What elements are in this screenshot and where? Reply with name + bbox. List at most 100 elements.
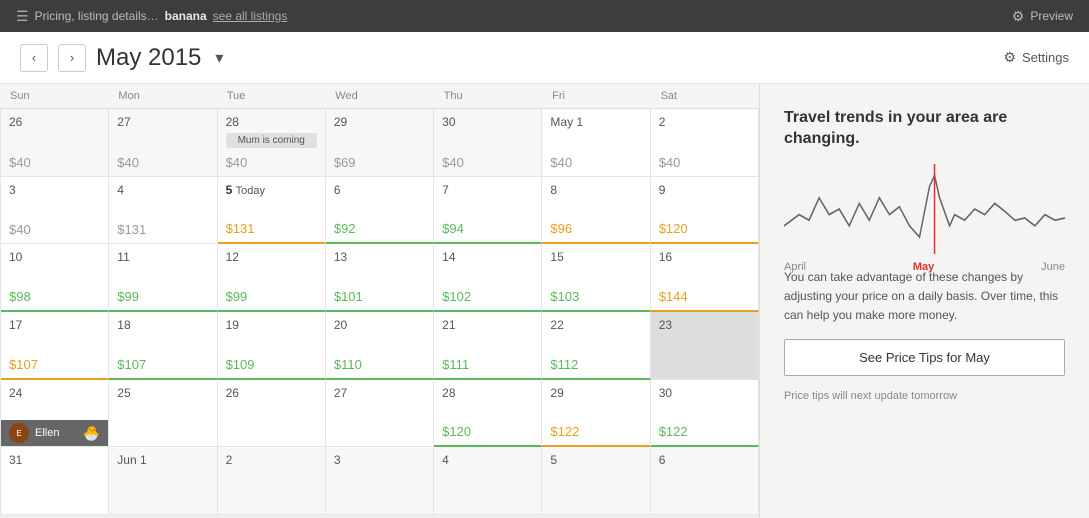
cell-date: 11: [117, 250, 208, 264]
settings-label: Settings: [1022, 50, 1069, 65]
cell-date: 24: [9, 386, 100, 400]
calendar-cell[interactable]: 30 $40: [434, 109, 542, 177]
cell-date: 28: [226, 115, 317, 129]
cell-date: 10: [9, 250, 100, 264]
calendar-cell[interactable]: 7$94: [434, 177, 542, 245]
cell-price: $98: [9, 289, 100, 304]
see-all-listings-link[interactable]: see all listings: [213, 9, 288, 23]
prev-month-button[interactable]: ‹: [20, 44, 48, 72]
cell-date: 15: [550, 250, 641, 264]
calendar-cell[interactable]: 28$120: [434, 380, 542, 448]
cell-date: 29: [550, 386, 641, 400]
calendar-cell[interactable]: 3: [326, 447, 434, 515]
cell-price: $99: [226, 289, 317, 304]
calendar-cell[interactable]: 11$99: [109, 244, 217, 312]
day-mon: Mon: [108, 84, 216, 108]
cell-date: 30: [442, 115, 533, 129]
cell-date: 22: [550, 318, 641, 332]
calendar-cell[interactable]: 23: [651, 312, 759, 380]
calendar-cell[interactable]: 28Mum is coming$40: [218, 109, 326, 177]
calendar-cell[interactable]: 6: [651, 447, 759, 515]
calendar-cell[interactable]: 10 $98: [1, 244, 109, 312]
preview-button[interactable]: ⚙ Preview: [1012, 8, 1073, 25]
month-navigation: ‹ › May 2015 ▾: [20, 44, 223, 72]
day-sat: Sat: [651, 84, 759, 108]
trend-chart: April May June: [784, 164, 1065, 254]
calendar-cell[interactable]: 29$122: [542, 380, 650, 448]
cell-price: $40: [9, 155, 100, 170]
calendar-cell[interactable]: 29$69: [326, 109, 434, 177]
cell-price: $144: [659, 289, 750, 304]
menu-icon[interactable]: ☰: [16, 8, 29, 25]
calendar-cell[interactable]: 6$92: [326, 177, 434, 245]
calendar-cell[interactable]: 9$120: [651, 177, 759, 245]
calendar-cell[interactable]: 14 $102: [434, 244, 542, 312]
cell-price: $107: [117, 357, 208, 372]
calendar-cell[interactable]: 30$122: [651, 380, 759, 448]
update-note: Price tips will next update tomorrow: [784, 390, 1065, 402]
settings-icon: ⚙: [1003, 49, 1016, 66]
calendar-cell[interactable]: 24EEllen🐣: [1, 380, 109, 448]
cell-date: 12: [226, 250, 317, 264]
cell-date: 17: [9, 318, 100, 332]
day-thu: Thu: [434, 84, 542, 108]
cell-date: 23: [659, 318, 750, 332]
calendar-cell[interactable]: 25: [109, 380, 217, 448]
next-month-button[interactable]: ›: [58, 44, 86, 72]
calendar-header: ‹ › May 2015 ▾ ⚙ Settings: [0, 32, 1089, 84]
calendar-cell[interactable]: May 1$40: [542, 109, 650, 177]
top-nav: ☰ Pricing, listing details… banana see a…: [0, 0, 1089, 32]
cell-date: 3: [9, 183, 100, 197]
calendar-cell[interactable]: 31: [1, 447, 109, 515]
cell-date: 3: [334, 453, 425, 467]
calendar-cell[interactable]: 5 Today$131: [218, 177, 326, 245]
trend-chart-svg: [784, 164, 1065, 254]
day-headers: Sun Mon Tue Wed Thu Fri Sat: [0, 84, 759, 109]
calendar-cell[interactable]: 17 $107: [1, 312, 109, 380]
calendar-cell[interactable]: 26: [218, 380, 326, 448]
cell-price: $40: [659, 155, 750, 170]
price-tips-button[interactable]: See Price Tips for May: [784, 339, 1065, 376]
month-dropdown-arrow[interactable]: ▾: [215, 48, 223, 68]
cell-price: $131: [117, 222, 208, 237]
calendar-grid: 26$4027$4028Mum is coming$4029$6930$40Ma…: [0, 109, 759, 515]
cell-price: $111: [442, 357, 533, 372]
cell-date: 8: [550, 183, 641, 197]
cell-date: 27: [117, 115, 208, 129]
cell-date: 5: [550, 453, 641, 467]
calendar-cell[interactable]: 22 $112: [542, 312, 650, 380]
panel-title: Travel trends in your area are changing.: [784, 108, 1065, 150]
calendar-cell[interactable]: 15$103: [542, 244, 650, 312]
calendar-cell[interactable]: 27: [326, 380, 434, 448]
cell-date: 7: [442, 183, 533, 197]
panel-description: You can take advantage of these changes …: [784, 268, 1065, 326]
calendar-cell[interactable]: 26$40: [1, 109, 109, 177]
calendar-cell[interactable]: 27$40: [109, 109, 217, 177]
calendar-cell[interactable]: Jun 1: [109, 447, 217, 515]
calendar-cell[interactable]: 18$107: [109, 312, 217, 380]
calendar-cell[interactable]: 4: [434, 447, 542, 515]
cell-price: $112: [550, 357, 641, 372]
day-tue: Tue: [217, 84, 325, 108]
cell-price: $40: [442, 155, 533, 170]
calendar-cell[interactable]: 3$40: [1, 177, 109, 245]
calendar-cell[interactable]: 12 $99: [218, 244, 326, 312]
cell-price: $107: [9, 357, 100, 372]
calendar-cell[interactable]: 2: [218, 447, 326, 515]
cell-price: $92: [334, 221, 425, 236]
month-title: May 2015: [96, 44, 201, 72]
calendar-cell[interactable]: 16$144: [651, 244, 759, 312]
cell-price: $102: [442, 289, 533, 304]
cell-date: 14: [442, 250, 533, 264]
calendar-cell[interactable]: 4$131: [109, 177, 217, 245]
calendar-cell[interactable]: 20$110: [326, 312, 434, 380]
calendar-cell[interactable]: 5: [542, 447, 650, 515]
calendar-cell[interactable]: 21$111: [434, 312, 542, 380]
calendar-cell[interactable]: 19$109: [218, 312, 326, 380]
calendar-cell[interactable]: 2$40: [651, 109, 759, 177]
cell-date: 19: [226, 318, 317, 332]
calendar-cell[interactable]: 13$101: [326, 244, 434, 312]
calendar-cell[interactable]: 8$96: [542, 177, 650, 245]
settings-button[interactable]: ⚙ Settings: [1003, 49, 1069, 66]
cell-date: Jun 1: [117, 453, 208, 467]
